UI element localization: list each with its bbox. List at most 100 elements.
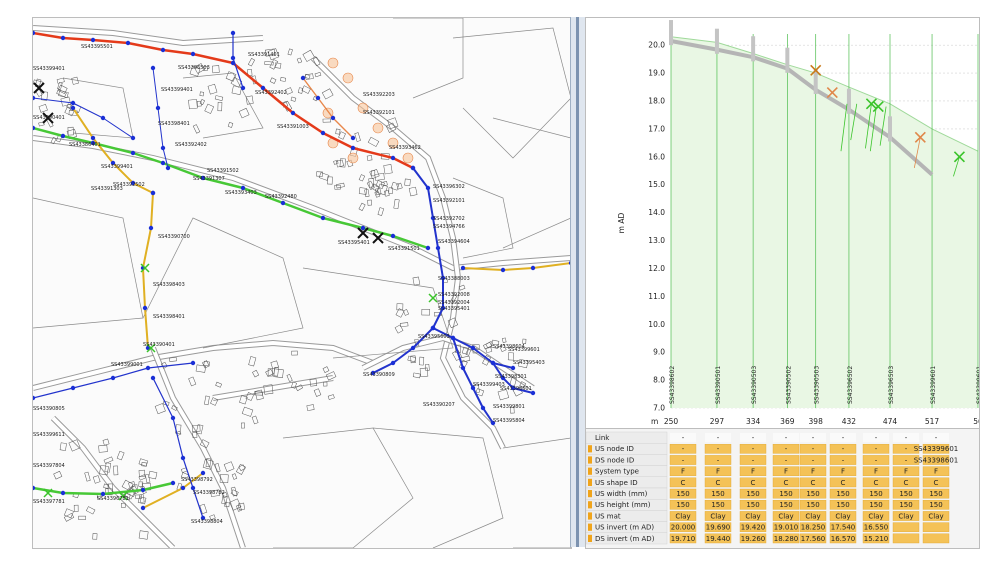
manhole-node[interactable] — [320, 130, 326, 136]
manhole-node[interactable] — [300, 75, 306, 81]
manhole-node[interactable] — [160, 47, 166, 53]
building-footprint — [306, 404, 315, 411]
manhole-node[interactable] — [140, 487, 146, 493]
manhole-node[interactable] — [390, 360, 396, 366]
grid-value: 15.210 — [864, 535, 889, 543]
manhole-node[interactable] — [90, 135, 96, 141]
manhole-chamber[interactable] — [846, 88, 851, 114]
road-surface — [151, 347, 245, 548]
manhole-node[interactable] — [125, 40, 131, 46]
manhole-node[interactable] — [510, 365, 516, 371]
building-footprint — [148, 470, 158, 480]
grid-value: 19.420 — [741, 524, 766, 532]
manhole-node[interactable] — [460, 265, 466, 271]
manhole-node[interactable] — [70, 100, 76, 106]
manhole-node[interactable] — [280, 200, 286, 206]
manhole-node[interactable] — [142, 305, 148, 311]
manhole-node[interactable] — [320, 215, 326, 221]
manhole-chamber[interactable] — [714, 28, 719, 54]
manhole-node[interactable] — [70, 385, 76, 391]
manhole-node[interactable] — [390, 155, 396, 161]
manhole-node[interactable] — [130, 135, 136, 141]
manhole-node[interactable] — [240, 85, 246, 91]
building-footprint — [323, 381, 328, 387]
manhole-node[interactable] — [390, 233, 396, 239]
building-footprint — [139, 493, 145, 503]
cross-marker-green[interactable] — [428, 293, 438, 303]
field-boundary — [492, 117, 571, 249]
manhole-node[interactable] — [315, 95, 321, 101]
manhole-chamber[interactable] — [785, 47, 790, 73]
manhole-node[interactable] — [410, 165, 416, 171]
manhole-chamber[interactable] — [669, 20, 673, 46]
manhole-node[interactable] — [110, 375, 116, 381]
manhole-node[interactable] — [490, 360, 496, 366]
grid-value: 150 — [929, 501, 942, 509]
manhole-node[interactable] — [530, 265, 536, 271]
network-map-view[interactable]: SS43395501 SS43396503 SS43391401 SS43392402… — [32, 17, 572, 549]
manhole-node[interactable] — [230, 55, 236, 61]
manhole-node[interactable] — [160, 145, 166, 151]
manhole-node[interactable] — [290, 110, 296, 116]
building-footprint — [199, 91, 205, 97]
manhole-node[interactable] — [155, 105, 161, 111]
manhole-chamber[interactable] — [751, 36, 756, 62]
manhole-node[interactable] — [160, 160, 166, 166]
profile-chart[interactable]: 20.0 19.0 18.0 17.0 16.0 15.0 14.0 13.0 12.0 11.0… — [586, 18, 979, 428]
manhole-node[interactable] — [33, 95, 36, 101]
manhole-node[interactable] — [148, 225, 154, 231]
manhole-node[interactable] — [190, 51, 196, 57]
manhole-node[interactable] — [330, 115, 336, 121]
long-section-data-grid[interactable]: Link US node ID DS node ID System type US sh… — [585, 428, 980, 549]
manhole-node[interactable] — [410, 345, 416, 351]
manhole-node[interactable] — [350, 145, 356, 151]
manhole-node[interactable] — [145, 365, 151, 371]
profile-node-label: SS43396503 — [888, 366, 895, 404]
manhole-node[interactable] — [140, 505, 146, 511]
building-footprint — [188, 376, 197, 387]
pane-splitter[interactable] — [570, 17, 586, 547]
manhole-node[interactable] — [435, 245, 441, 251]
manhole-node[interactable] — [90, 37, 96, 43]
manhole-node[interactable] — [430, 325, 436, 331]
manhole-node[interactable] — [60, 490, 66, 496]
manhole-node[interactable] — [230, 30, 236, 36]
manhole-node[interactable] — [200, 470, 206, 476]
manhole-node[interactable] — [470, 345, 476, 351]
manhole-node[interactable] — [170, 415, 176, 421]
pipe-blue[interactable] — [152, 377, 204, 519]
grid-value: C — [904, 479, 909, 487]
manhole-node[interactable] — [190, 360, 196, 366]
manhole-node[interactable] — [170, 480, 176, 486]
manhole-node[interactable] — [33, 395, 36, 401]
network-map-canvas[interactable]: SS43395501 SS43396503 SS43391401 SS43392402… — [33, 18, 571, 548]
manhole-node[interactable] — [100, 115, 106, 121]
manhole-node[interactable] — [165, 165, 171, 171]
manhole-node[interactable] — [150, 375, 156, 381]
manhole-node[interactable] — [480, 405, 486, 411]
manhole-node[interactable] — [130, 150, 136, 156]
manhole-node[interactable] — [180, 485, 186, 491]
manhole-node[interactable] — [425, 245, 431, 251]
manhole-node[interactable] — [425, 185, 431, 191]
building-footprint — [269, 77, 277, 84]
map-node-label: SS43392101 — [433, 198, 465, 204]
manhole-node[interactable] — [350, 135, 356, 141]
manhole-node[interactable] — [150, 190, 156, 196]
manhole-node[interactable] — [60, 133, 66, 139]
splitter-grip[interactable] — [576, 17, 579, 547]
manhole-node[interactable] — [360, 225, 366, 231]
manhole-chamber[interactable] — [888, 116, 893, 142]
long-section-profile-view[interactable]: 20.0 19.0 18.0 17.0 16.0 15.0 14.0 13.0 12.0 11.0… — [585, 17, 980, 429]
manhole-node[interactable] — [180, 455, 186, 461]
manhole-node[interactable] — [60, 35, 66, 41]
map-node-label: SS43386401 — [69, 142, 101, 148]
pipe-blue[interactable] — [152, 67, 169, 169]
grid-value: 150 — [899, 501, 912, 509]
manhole-node[interactable] — [460, 365, 466, 371]
manhole-node[interactable] — [70, 105, 76, 111]
manhole-node[interactable] — [450, 335, 456, 341]
cross-marker[interactable] — [33, 82, 45, 94]
manhole-node[interactable] — [500, 267, 506, 273]
manhole-node[interactable] — [150, 65, 156, 71]
